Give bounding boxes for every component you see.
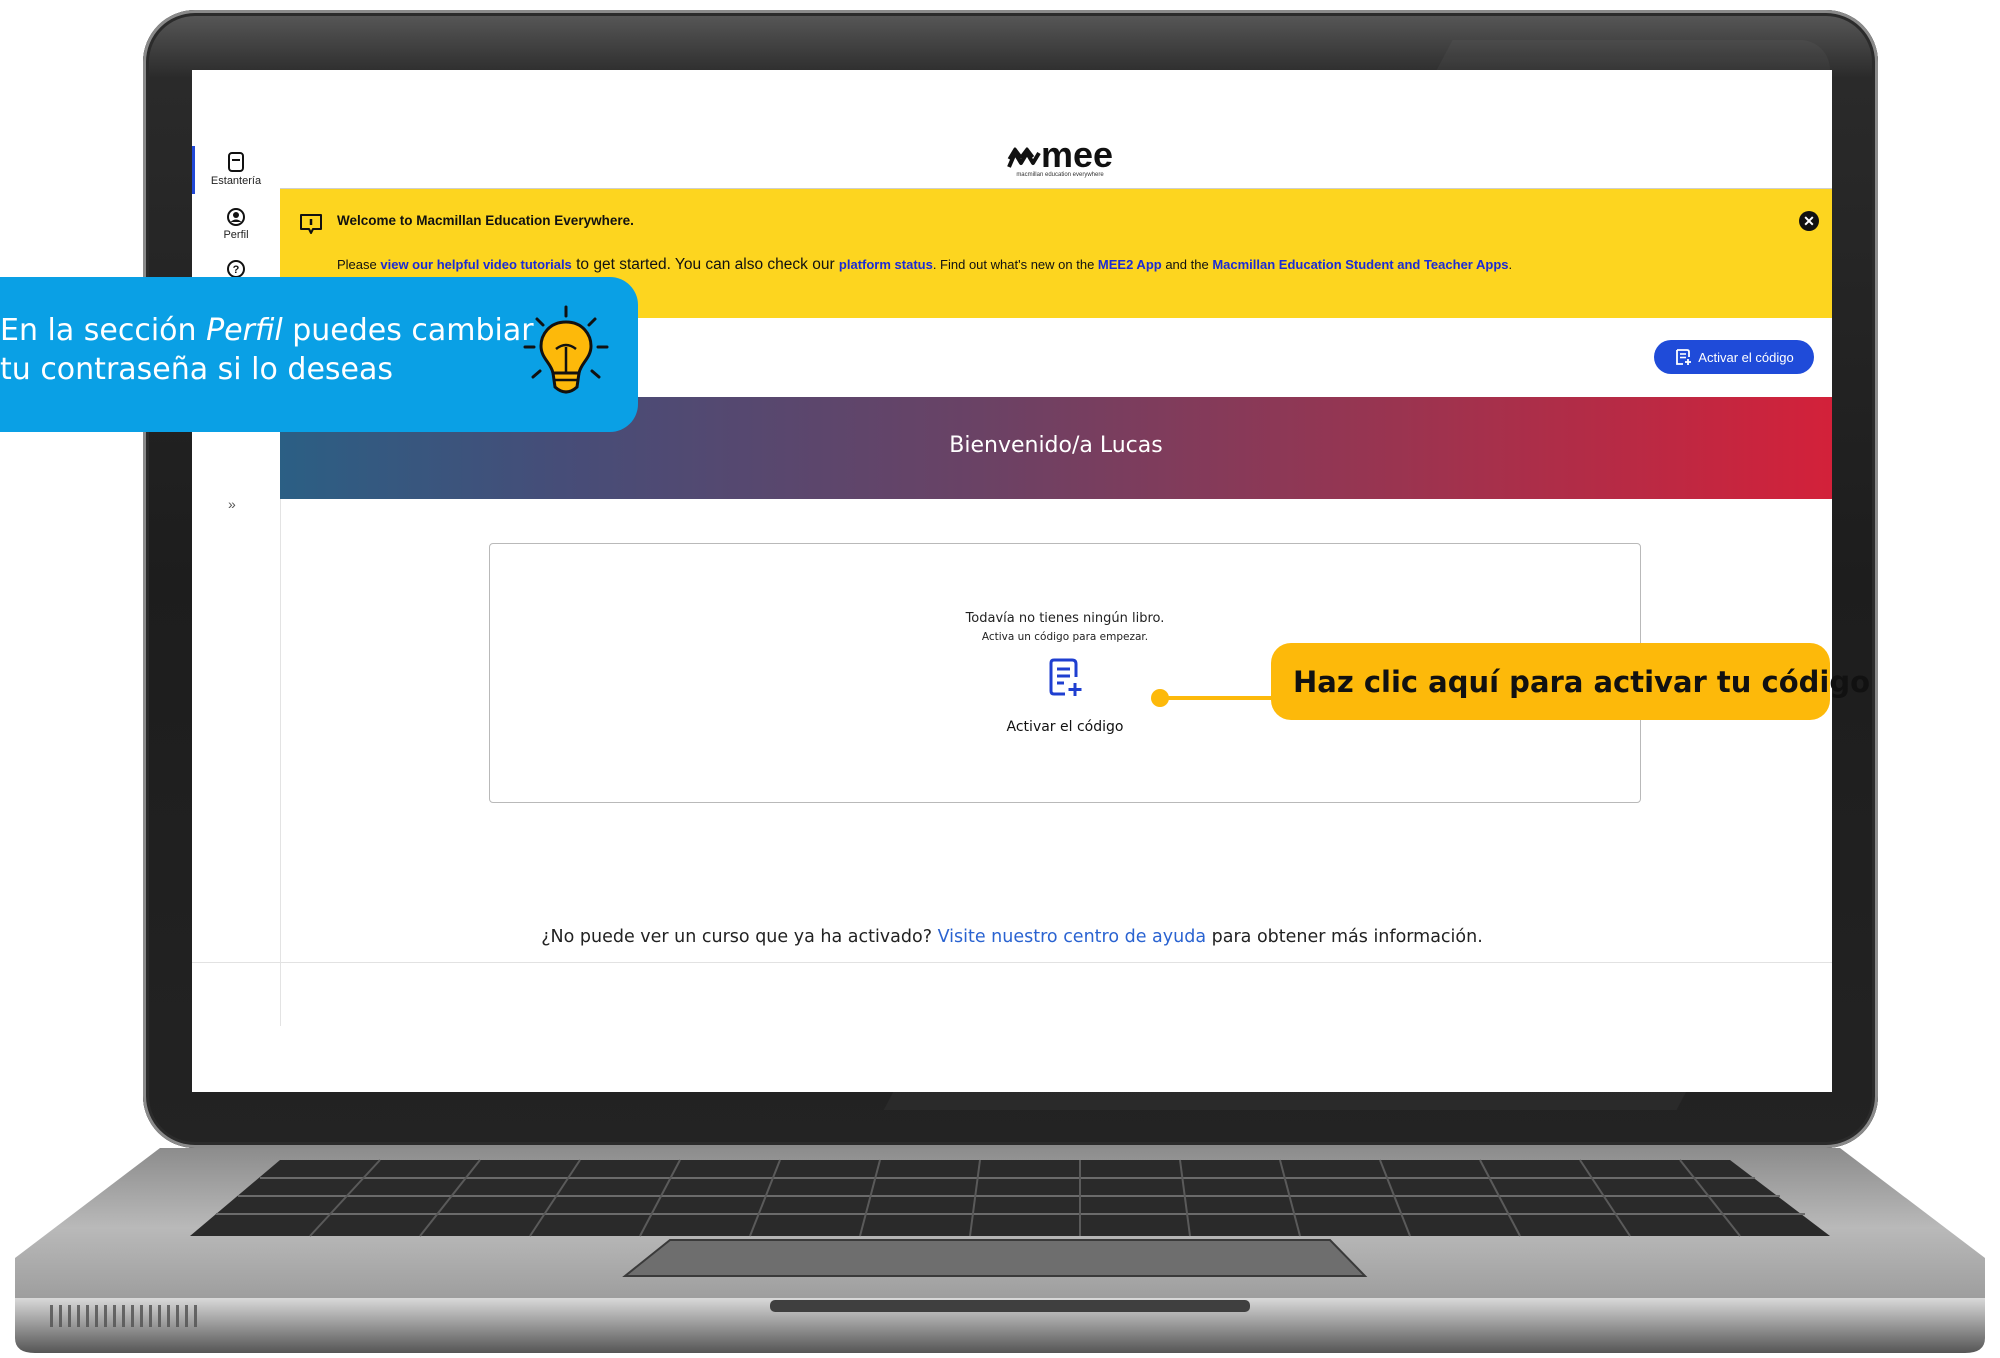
sidebar: Estantería Perfil ? » [192,136,281,1026]
help-center-link[interactable]: Visite nuestro centro de ayuda [938,927,1207,947]
sidebar-item-perfil[interactable]: Perfil [192,208,280,241]
empty-state-subtitle: Activa un código para empezar. [981,631,1149,643]
svg-text:?: ? [233,264,240,276]
banner-text-2: to get started. You can also check our [571,256,839,273]
banner-title: Welcome to Macmillan Education Everywher… [337,213,634,228]
sidebar-item-estanteria[interactable]: Estantería [192,146,280,194]
sidebar-expand-button[interactable]: » [228,496,236,512]
screen: Estantería Perfil ? » mee macmillan educ… [192,70,1832,1092]
empty-state-title: Todavía no tienes ningún libro. [965,611,1165,626]
activate-code-icon [1676,349,1692,365]
speaker-vents [50,1305,200,1327]
banner-text-5: . [1508,257,1513,272]
tip-text-part: puedes cambiar [282,313,534,348]
logo-text: mee [1040,134,1114,175]
sidebar-item-label: Perfil [223,229,249,241]
top-bar: mee macmillan education everywhere [280,136,1832,189]
activate-code-link[interactable]: Activar el código [490,719,1640,735]
activate-code-callout: Haz clic aquí para activar tu código [1271,643,1870,720]
activate-code-label: Activar el código [1698,349,1794,365]
banner-text: Please view our helpful video tutorials … [337,256,1512,274]
profile-icon [227,208,245,226]
profile-tip-text: En la sección Perfil puedes cambiar tu c… [0,311,534,389]
macmillan-logo-icon [1007,147,1041,168]
activate-code-callout-text: Haz clic aquí para activar tu código [1293,665,1871,699]
help-footer: ¿No puede ver un curso que ya ha activad… [192,927,1832,947]
welcome-title: Bienvenido/a Lucas [949,433,1163,458]
content-bottom-divider [192,962,1832,963]
activate-code-icon[interactable] [1048,657,1082,697]
book-icon [228,152,244,172]
profile-tip-callout: En la sección Perfil puedes cambiar tu c… [0,277,638,432]
footer-text-1: ¿No puede ver un curso que ya ha activad… [541,927,938,947]
callout-connector [1151,689,1280,707]
help-icon: ? [227,260,245,278]
sidebar-item-label: Estantería [210,175,262,187]
laptop-base [10,1148,1990,1358]
info-message-icon [300,214,322,234]
activate-code-button[interactable]: Activar el código [1654,340,1814,374]
footer-text-2: para obtener más información. [1206,927,1483,947]
student-teacher-apps-link[interactable]: Macmillan Education Student and Teacher … [1212,257,1508,272]
close-banner-button[interactable]: ✕ [1799,211,1819,231]
banner-text-3: . Find out what's new on the [932,257,1098,272]
tip-text-emphasis: Perfil [206,313,283,348]
tip-text-part: En la sección [0,313,207,348]
mee2-app-link[interactable]: MEE2 App [1098,257,1162,272]
platform-status-link[interactable]: platform status [839,257,933,272]
banner-text-4: and the [1161,257,1213,272]
banner-text-1: Please [337,257,381,272]
mee-logo[interactable]: mee macmillan education everywhere [995,137,1125,186]
video-tutorials-link[interactable]: view our helpful video tutorials [380,257,571,272]
lightbulb-icon [523,305,609,394]
tip-text-line-2: tu contraseña si lo deseas [0,352,394,387]
